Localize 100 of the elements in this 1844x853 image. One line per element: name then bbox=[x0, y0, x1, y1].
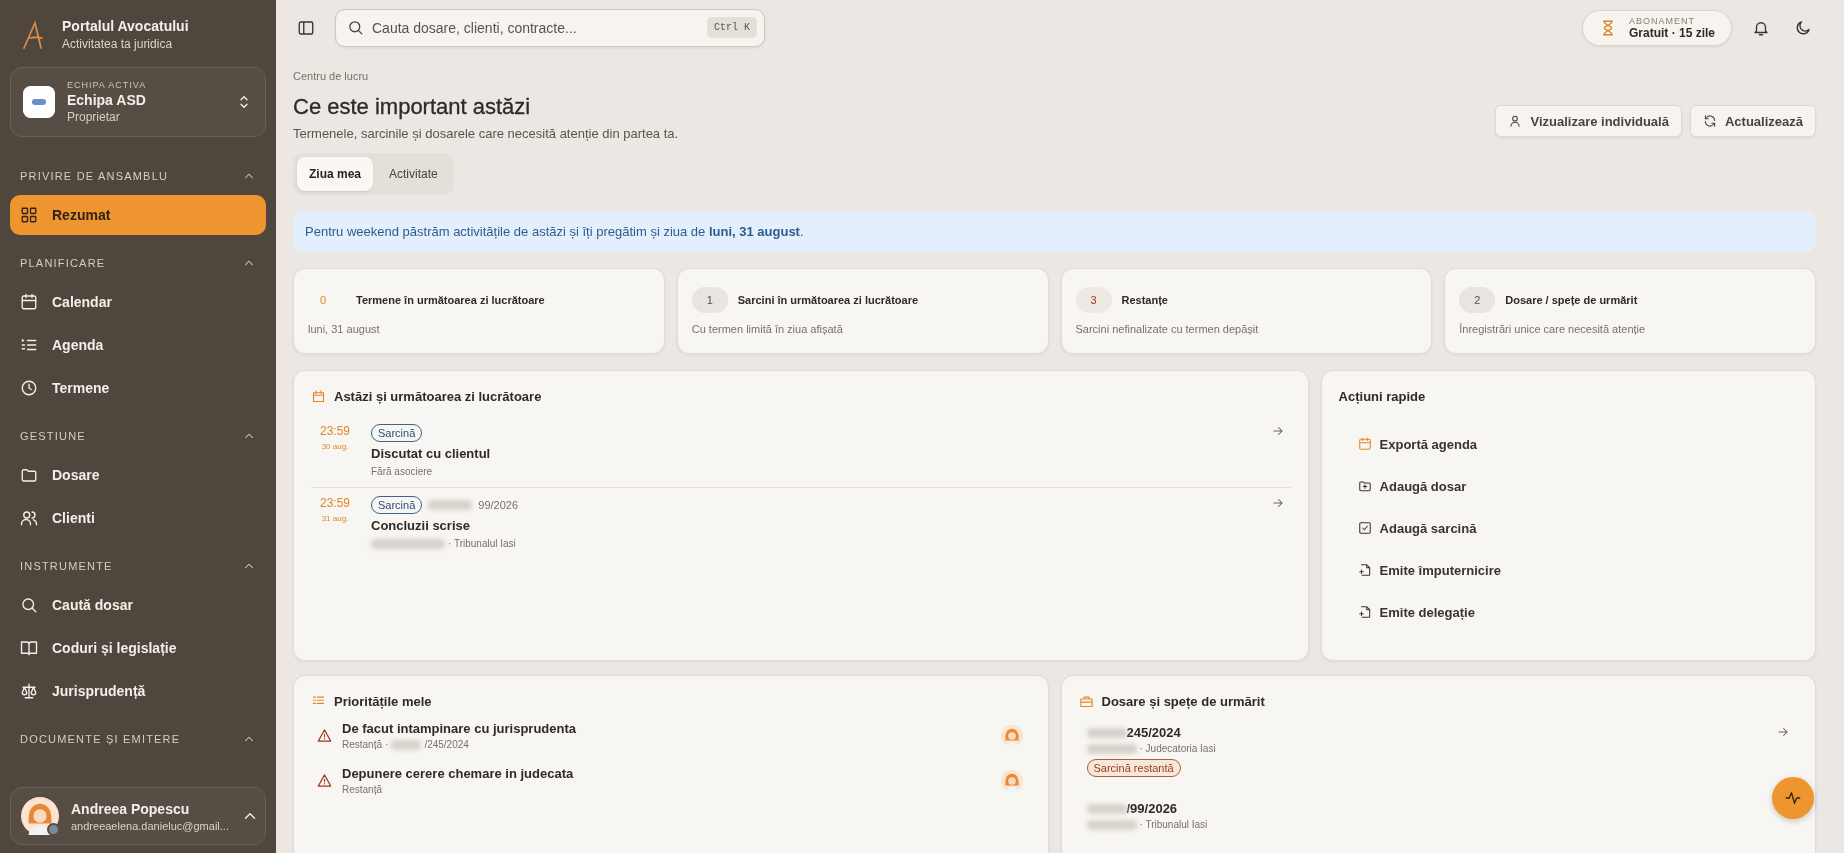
priority-status: Restanță bbox=[342, 784, 383, 795]
stat-count: 0 bbox=[319, 293, 328, 308]
quick-action[interactable]: Adaugă sarcină bbox=[1351, 516, 1483, 540]
blurred-text bbox=[1086, 743, 1137, 754]
user-email: andreeaelena.danieluc@gmail... bbox=[71, 819, 229, 832]
stat-card[interactable]: 1 Sarcini în următoarea zi lucrătoare Cu termen limită în ziua afișată bbox=[676, 268, 1049, 354]
nav-item[interactable]: Dosare bbox=[10, 455, 266, 495]
book-icon bbox=[20, 639, 38, 657]
case-number: 245/2024 bbox=[1126, 725, 1181, 740]
panel-title: Prioritățile mele bbox=[334, 694, 432, 709]
overdue-badge: Sarcină restantă bbox=[1086, 759, 1181, 777]
priority-title: De facut intampinare cu jurisprudenta bbox=[342, 721, 578, 736]
section-header[interactable]: DOCUMENTE ȘI EMITERE bbox=[10, 714, 266, 758]
section-header[interactable]: PRIVIRE DE ANSAMBLU bbox=[10, 151, 266, 195]
case-number: 99/2026 bbox=[478, 499, 519, 511]
stat-title: Sarcini în următoarea zi lucrătoare bbox=[737, 294, 919, 306]
court-name: · Judecatoria Iasi bbox=[1139, 743, 1216, 754]
case-number: /99/2026 bbox=[1126, 801, 1178, 816]
open-button[interactable] bbox=[1270, 496, 1285, 510]
subscription-button[interactable]: ABONAMENT Gratuit · 15 zile bbox=[1581, 10, 1732, 46]
stat-card[interactable]: 3 Restanțe Sarcini nefinalizate cu termen depășit bbox=[1060, 268, 1433, 354]
team-switcher[interactable]: ECHIPA ACTIVA Echipa ASD Proprietar bbox=[10, 67, 266, 137]
user-name: Andreea Popescu bbox=[71, 800, 191, 817]
separator: · bbox=[385, 739, 389, 750]
agenda-time: 23:59 bbox=[319, 496, 351, 510]
stat-card[interactable]: 0 Termene în următoarea zi lucrătoare luni, 31 august bbox=[293, 268, 665, 354]
stat-count: 3 bbox=[1075, 287, 1112, 313]
nav-item[interactable]: Agenda bbox=[10, 325, 266, 365]
agenda-subtitle: · Tribunalul Iasi bbox=[448, 538, 516, 549]
stat-subtitle: Cu termen limită în ziua afișată bbox=[691, 323, 844, 335]
people-icon bbox=[20, 509, 38, 527]
agenda-title: Concluzii scrise bbox=[371, 518, 471, 533]
blurred-text bbox=[1086, 819, 1137, 830]
team-label: ECHIPA ACTIVA bbox=[67, 80, 148, 90]
breadcrumb: Centru de lucru bbox=[293, 70, 370, 82]
search-icon bbox=[20, 596, 38, 614]
nav-item[interactable]: Clienti bbox=[10, 498, 266, 538]
grid-icon bbox=[20, 206, 38, 224]
panel-title: Acțiuni rapide bbox=[1338, 389, 1426, 404]
stat-subtitle: luni, 31 august bbox=[308, 323, 381, 335]
folder-icon bbox=[20, 466, 38, 484]
stat-title: Dosare / spețe de urmărit bbox=[1505, 294, 1638, 306]
stat-subtitle: Sarcini nefinalizate cu termen depășit bbox=[1075, 323, 1260, 335]
tab[interactable]: Ziua mea bbox=[297, 157, 374, 191]
team-role: Proprietar bbox=[67, 110, 121, 124]
calendar-icon bbox=[20, 293, 38, 311]
nav-item[interactable]: Rezumat bbox=[10, 195, 266, 235]
panel-title: Astăzi și următoarea zi lucrătoare bbox=[334, 389, 542, 404]
stat-card[interactable]: 2 Dosare / spețe de urmărit Înregistrări unice care necesită atenție bbox=[1444, 268, 1816, 354]
app-tagline: Activitatea ta juridica bbox=[62, 37, 174, 51]
court-name: · Tribunalul Iasi bbox=[1139, 819, 1208, 830]
briefcase-icon bbox=[1078, 694, 1094, 709]
blurred-text bbox=[1086, 727, 1127, 738]
open-button[interactable] bbox=[1270, 424, 1285, 438]
team-logo-icon bbox=[23, 86, 55, 118]
section-header[interactable]: INSTRUMENTE bbox=[10, 541, 266, 585]
stat-count: 1 bbox=[691, 287, 728, 313]
nav-item[interactable]: Jurisprudență bbox=[10, 671, 266, 711]
warning-icon bbox=[317, 728, 332, 743]
panel-title: Dosare și spețe de urmărit bbox=[1101, 694, 1265, 709]
scale-icon bbox=[20, 682, 38, 700]
calendar-icon bbox=[311, 389, 326, 404]
agenda-title: Discutat cu clientul bbox=[371, 446, 492, 461]
person-icon bbox=[1508, 114, 1523, 128]
stat-count: 2 bbox=[1459, 287, 1496, 313]
arrow-right-icon bbox=[1270, 424, 1285, 438]
page-title: Ce este important astăzi bbox=[293, 94, 532, 120]
tab[interactable]: Activitate bbox=[377, 157, 450, 191]
quick-action[interactable]: Emite împuternicire bbox=[1351, 558, 1507, 582]
pulse-icon bbox=[1784, 789, 1802, 807]
stat-subtitle: Înregistrări unice care necesită atenție bbox=[1459, 323, 1647, 335]
section-header[interactable]: PLANIFICARE bbox=[10, 238, 266, 282]
nav-item[interactable]: Caută dosar bbox=[10, 585, 266, 625]
page-subtitle: Termenele, sarcinile și dosarele care necesită atenție din partea ta. bbox=[293, 126, 679, 141]
stat-title: Termene în următoarea zi lucrătoare bbox=[356, 294, 545, 306]
shortcut-hint: Ctrl K bbox=[707, 17, 757, 38]
agenda-subtitle: Fără asociere bbox=[371, 466, 433, 477]
quick-action[interactable]: Adaugă dosar bbox=[1351, 474, 1473, 498]
header-button[interactable]: Vizualizare individuală bbox=[1495, 105, 1682, 137]
quick-action[interactable]: Emite delegație bbox=[1351, 600, 1481, 624]
blurred-text bbox=[428, 500, 473, 510]
section-header[interactable]: GESTIUNE bbox=[10, 411, 266, 455]
moon-icon bbox=[1794, 19, 1812, 37]
status-dot bbox=[47, 823, 60, 836]
header-button[interactable]: Actualizează bbox=[1689, 105, 1816, 137]
agenda-time: 23:59 bbox=[319, 424, 351, 438]
open-button[interactable] bbox=[1776, 725, 1790, 739]
checkbox-icon bbox=[1357, 521, 1372, 535]
arrow-right-icon bbox=[1270, 496, 1285, 510]
user-card[interactable]: Andreea Popescu andreeaelena.danieluc@gmail... bbox=[10, 787, 266, 845]
nav-item[interactable]: Calendar bbox=[10, 282, 266, 322]
arrow-right-icon bbox=[1776, 725, 1790, 739]
refresh-icon bbox=[1702, 114, 1717, 128]
app-name: Portalul Avocatului bbox=[62, 18, 189, 34]
agenda-date: 31 aug. bbox=[320, 514, 350, 523]
nav-item[interactable]: Termene bbox=[10, 368, 266, 408]
quick-action[interactable]: Exportă agenda bbox=[1351, 432, 1484, 456]
nav-item[interactable]: Coduri și legislație bbox=[10, 628, 266, 668]
avatar bbox=[1000, 769, 1023, 792]
agenda-date: 30 aug. bbox=[320, 442, 350, 451]
